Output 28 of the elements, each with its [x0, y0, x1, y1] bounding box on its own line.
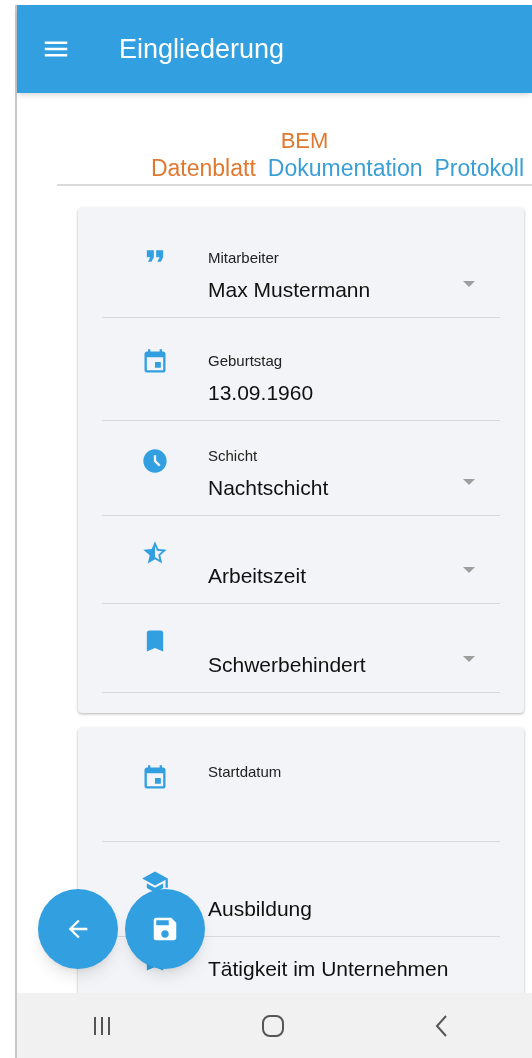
caret-icon: [463, 479, 475, 485]
field-value: Schwerbehindert: [208, 652, 367, 678]
dropdown-field[interactable]: Schicht Nachtschicht: [208, 444, 500, 515]
field-value: Tätigkeit im Unternehmen: [208, 956, 449, 982]
field-value: Nachtschicht: [208, 475, 330, 501]
clock-icon: [141, 447, 169, 475]
field-value: Arbeitszeit: [208, 563, 308, 589]
field-label: Geburtstag: [208, 350, 284, 371]
caret-icon: [463, 567, 475, 573]
input-field[interactable]: Ausbildung: [208, 896, 312, 936]
field-value: Max Mustermann: [208, 277, 372, 303]
app-bar-title: Eingliederung: [119, 32, 285, 66]
input-field[interactable]: Tätigkeit im Unternehmen: [208, 956, 449, 993]
input-field[interactable]: Startdatum: [208, 760, 282, 841]
field-label: Mitarbeiter: [208, 247, 280, 268]
home-icon[interactable]: [261, 1013, 286, 1038]
dropdown-field[interactable]: Mitarbeiter Max Mustermann: [208, 246, 500, 317]
field-label: Startdatum: [208, 761, 282, 782]
caret-icon: [463, 281, 475, 287]
field-value: Ausbildung: [208, 896, 312, 922]
field-label: Schicht: [208, 445, 259, 466]
field-value: 13.09.1960: [208, 380, 314, 406]
dropdown-field[interactable]: Arbeitszeit: [208, 563, 500, 603]
dropdown-field[interactable]: Schwerbehindert: [208, 652, 500, 692]
caret-icon: [463, 656, 475, 662]
heading: BEM: [280, 128, 329, 154]
input-field[interactable]: Geburtstag 13.09.1960: [208, 349, 314, 420]
back-icon[interactable]: [433, 1013, 448, 1038]
